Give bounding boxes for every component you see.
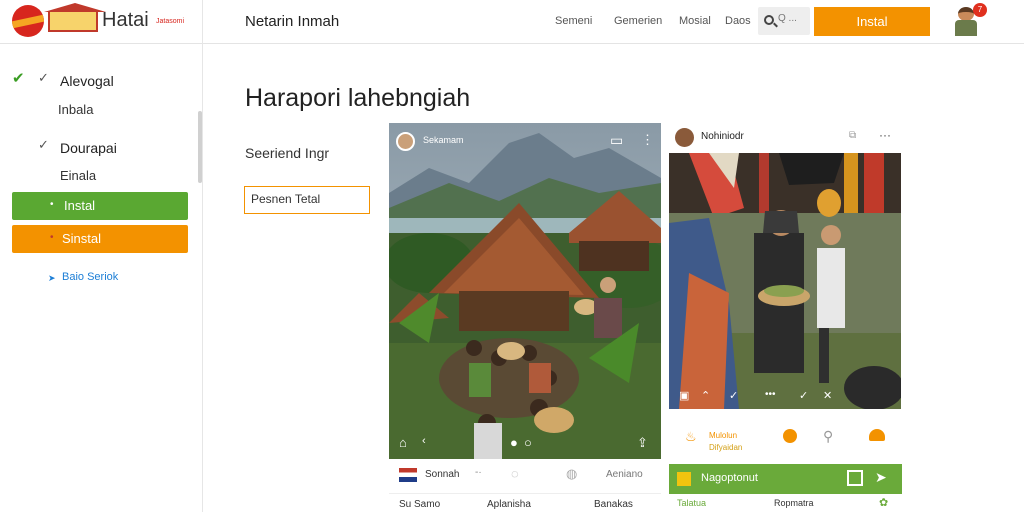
search-input[interactable]: Q ... (758, 7, 810, 35)
village-scene-image (389, 123, 661, 459)
sidebar-item-alevogal[interactable]: Alevogal (60, 73, 114, 89)
sidebar-install-orange-button[interactable]: • Sinstal (12, 225, 188, 253)
card1-footer-right[interactable]: Aeniano (606, 469, 643, 480)
post-card[interactable]: Nohiniodr ⧉ ··· ▣ ⌃ ✓ ••• ✓ ✕ (669, 123, 901, 410)
sidebar-subitem-einala[interactable]: Einala (60, 168, 96, 183)
card-author-name[interactable]: Nohiniodr (701, 131, 744, 142)
bookmark-icon[interactable]: ⧉ (849, 130, 856, 141)
card2-icon-row: ♨ Mulolun Difyaidan ⚲ (669, 425, 901, 455)
record-icon[interactable]: ● (510, 435, 518, 450)
card-author-avatar[interactable] (396, 132, 415, 151)
close-icon[interactable]: ✕ (823, 389, 832, 402)
user-avatar[interactable]: 7 (953, 3, 987, 37)
bullet-icon: • (50, 199, 54, 210)
install-button[interactable]: Instal (814, 7, 930, 36)
site-title: Netarin Inmah (245, 13, 340, 30)
market-scene-image (669, 153, 901, 409)
sidebar-divider (202, 0, 203, 512)
card2-action-row: Talatua Ropmatra ✿ (669, 496, 902, 512)
icon-label-2: Difyaidan (709, 443, 743, 452)
card-author-name[interactable]: Sekamam (423, 135, 464, 145)
bullet-icon: • (50, 232, 54, 243)
post-photo-market[interactable]: ▣ ⌃ ✓ ••• ✓ ✕ (669, 153, 901, 409)
notification-badge: 7 (973, 3, 987, 17)
send-icon[interactable]: ➤ (875, 469, 887, 486)
check-icon[interactable]: ✓ (799, 389, 808, 402)
section-label: Seeriend Ingr (245, 145, 330, 161)
frame-icon[interactable]: ▣ (679, 389, 689, 402)
icon-label-1: Mulolun (709, 431, 738, 440)
fire-icon[interactable]: ♨ (685, 429, 697, 445)
sidebar-subitem-inbala[interactable]: Inbala (58, 102, 93, 117)
expand-icon[interactable] (847, 470, 863, 486)
comment-icon[interactable]: ▭ (610, 132, 623, 149)
home-icon[interactable]: ⌂ (399, 435, 407, 450)
check-icon[interactable]: ✓ (729, 389, 738, 402)
sidebar-link[interactable]: Baio Seriok (62, 271, 118, 283)
basket-icon[interactable] (869, 429, 885, 441)
sidebar-item-dourapai[interactable]: Dourapai (60, 140, 117, 156)
orange-dot-icon[interactable] (783, 429, 797, 443)
search-placeholder: Q ... (778, 13, 797, 24)
action-2[interactable]: Ropmatra (774, 498, 814, 508)
share-icon[interactable]: ⇪ (637, 435, 648, 451)
square-icon (677, 472, 691, 486)
logo-name: Hatai (102, 9, 149, 31)
camera-icon[interactable]: ◍ (566, 466, 577, 482)
nav-link-3[interactable]: Mosial (679, 15, 711, 27)
post-card[interactable]: Sekamam ▭ ⋮ ⌂ ‹ ● ○ ⇪ (389, 123, 661, 459)
sidebar: ✔ ✓ Alevogal Inbala ✓ Dourapai Einala • … (0, 45, 202, 512)
card-author-avatar[interactable] (675, 128, 694, 147)
brand-logo[interactable]: Hatai Jatasomi (10, 3, 200, 40)
circle-icon[interactable]: ○ (524, 435, 532, 450)
action-1[interactable]: Talatua (677, 498, 706, 508)
logo-disc-icon (12, 5, 44, 37)
nav-link-1[interactable]: Semeni (555, 15, 592, 27)
green-bar-label: Nagoptonut (701, 472, 758, 484)
logo-house-icon (44, 3, 106, 32)
search-icon (764, 15, 774, 25)
sidebar-install-green-button[interactable]: • Instal (12, 192, 188, 220)
leaf-icon[interactable]: ✿ (879, 496, 888, 509)
back-icon[interactable]: ‹ (422, 435, 426, 447)
card1-footer: Sonnah -· ◌ ◍ Aeniano (389, 460, 661, 494)
card2-green-bar[interactable]: Nagoptonut ➤ (669, 464, 902, 494)
nav-link-4[interactable]: Daos (725, 15, 751, 27)
arrow-icon: -· (475, 467, 482, 478)
card1-action-row: Su Samo Aplanisha Banakas (389, 496, 661, 512)
person-icon[interactable]: ⚲ (823, 428, 833, 445)
top-bar: Hatai Jatasomi Netarin Inmah Semeni Geme… (0, 0, 1024, 44)
more-options-icon[interactable]: ⋮ (641, 132, 654, 148)
action-2[interactable]: Aplanisha (487, 499, 531, 510)
text-field[interactable]: Pesnen Tetal (244, 186, 370, 214)
flag-icon (399, 468, 417, 482)
up-icon[interactable]: ⌃ (701, 389, 710, 402)
refresh-icon[interactable]: ◌ (511, 466, 519, 481)
post-photo-village[interactable]: Sekamam ▭ ⋮ ⌂ ‹ ● ○ ⇪ (389, 123, 661, 459)
avatar-head (958, 7, 974, 21)
action-1[interactable]: Su Samo (399, 499, 440, 510)
page-title: Harapori lahebngiah (245, 84, 471, 112)
card1-footer-left[interactable]: Sonnah (425, 469, 459, 480)
avatar-body (955, 20, 977, 36)
link-bullet-icon: ➤ (48, 273, 56, 283)
edit-check-icon: ✓ (38, 137, 49, 152)
dots-icon[interactable]: ••• (765, 389, 776, 400)
logo-subtitle: Jatasomi (156, 18, 185, 25)
sidebar-scrollbar[interactable] (198, 111, 202, 183)
check-icon: ✔ (12, 70, 25, 87)
nav-link-2[interactable]: Gemerien (614, 15, 662, 27)
more-options-icon[interactable]: ··· (879, 128, 891, 142)
action-3[interactable]: Banakas (594, 499, 633, 510)
edit-check-icon: ✓ (38, 70, 49, 85)
